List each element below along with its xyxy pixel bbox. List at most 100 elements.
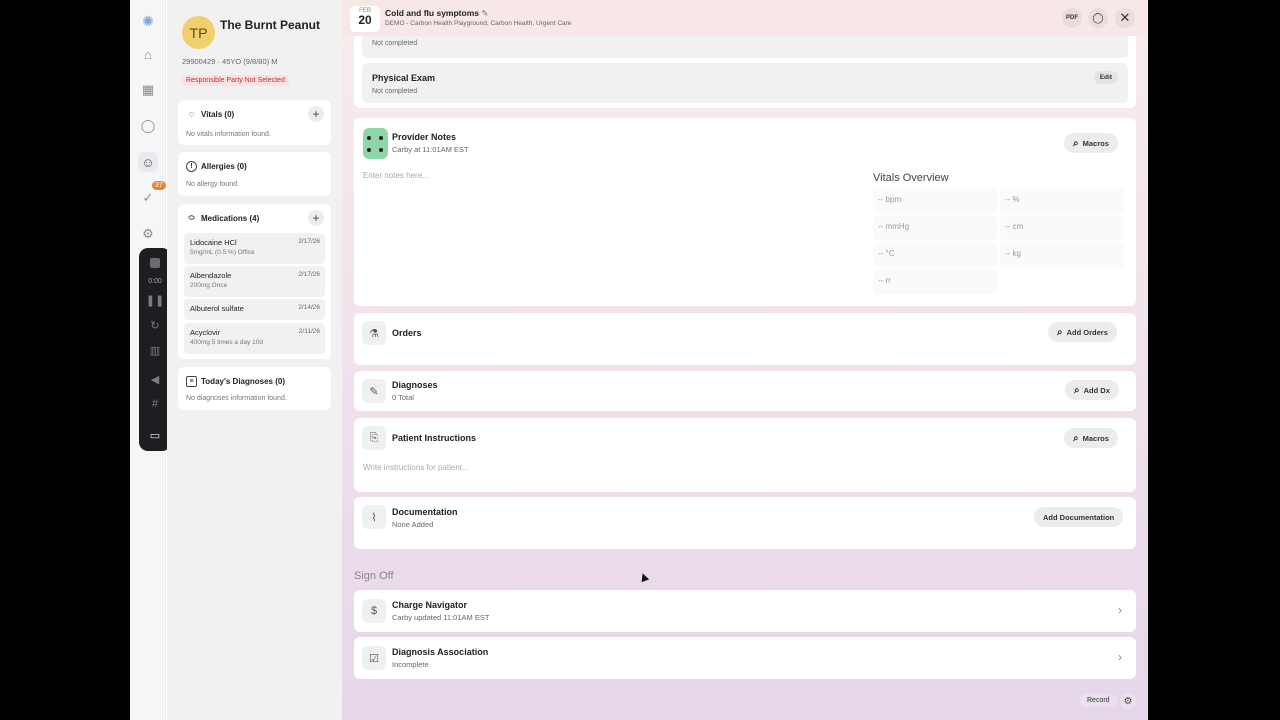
medication-name: Albendazole xyxy=(190,271,232,280)
macros-label: Macros xyxy=(1082,138,1109,148)
vitals-empty-text: No vitals information found. xyxy=(186,131,271,138)
home-icon[interactable]: ⌂ xyxy=(138,44,158,64)
patient-info: 29900429 · 45YO (9/8/80) M xyxy=(182,57,278,66)
charge-navigator-title: Charge Navigator xyxy=(392,600,468,610)
add-dx-button[interactable]: ⌕ Add Dx xyxy=(1065,380,1119,400)
signoff-heading: Sign Off xyxy=(354,570,394,582)
stop-icon[interactable] xyxy=(150,258,160,268)
charge-navigator-row[interactable]: $ Charge Navigator Carby updated 11:01AM… xyxy=(354,590,1136,632)
responsible-party-badge[interactable]: Responsible Party Not Selected xyxy=(182,75,289,86)
list-item[interactable]: Albuterol sulfate 2/14/26 xyxy=(184,299,325,320)
instructions-input[interactable]: Write instructions for patient... xyxy=(363,463,469,472)
vital-cell: -- kg xyxy=(1000,243,1124,267)
provider-notes-sub: Carby at 11:01AM EST xyxy=(392,145,469,154)
vital-cell: -- cm xyxy=(1000,216,1124,240)
search-icon: ⌕ xyxy=(1073,137,1079,149)
add-orders-button[interactable]: ⌕ Add Orders xyxy=(1048,322,1117,342)
search-icon: ⌕ xyxy=(1074,384,1080,396)
macros-button[interactable]: ⌕ Macros xyxy=(1064,133,1118,153)
vitals-overview-title: Vitals Overview xyxy=(873,172,949,184)
paperclip-icon: ⌇ xyxy=(362,505,386,529)
medication-date: 2/11/26 xyxy=(298,328,320,335)
dollar-icon: $ xyxy=(362,599,386,623)
record-button[interactable]: Record xyxy=(1080,694,1117,707)
patient-instructions-title: Patient Instructions xyxy=(392,433,477,443)
diagnoses-card-title: Today's Diagnoses (0) xyxy=(201,377,285,386)
close-icon[interactable]: ✕ xyxy=(1115,8,1135,28)
app-window: ✺ ⌂ ▦ ◯ ☺ ✓ 37 ⚙ 0:00 ❚❚ ↻ ▥ ◀ # ▭ TP Th… xyxy=(130,0,1148,720)
vitals-card: ♡ Vitals (0) + No vitals information foun… xyxy=(178,100,331,145)
diagnosis-association-title: Diagnosis Association xyxy=(392,647,489,657)
vital-cell: -- bpm xyxy=(873,189,997,213)
medication-date: 2/17/26 xyxy=(298,271,320,278)
allergies-card: ! Allergies (0) No allergy found. xyxy=(178,152,331,196)
list-item[interactable]: Acyclovir 2/11/26 400mg 5 times a day 10… xyxy=(184,323,325,354)
vital-cell: -- °C xyxy=(873,243,997,267)
pdf-icon[interactable]: PDF xyxy=(1062,8,1082,28)
orders-title: Orders xyxy=(392,328,422,338)
exam-prev-row[interactable]: Not completed xyxy=(362,36,1128,58)
charge-navigator-sub: Carby updated 11:01AM EST xyxy=(392,613,490,622)
chevron-right-icon: › xyxy=(1118,603,1122,617)
vital-cell: -- mmHg xyxy=(873,216,997,240)
diagnosis-association-sub: Incomplete xyxy=(392,660,429,669)
settings-icon[interactable]: ⚙ xyxy=(138,224,158,244)
avatar: TP xyxy=(182,16,215,49)
instructions-macros-button[interactable]: ⌕ Macros xyxy=(1064,428,1118,448)
chat-icon[interactable]: ◯ xyxy=(138,116,158,136)
provider-avatar xyxy=(363,128,388,159)
instructions-macros-label: Macros xyxy=(1082,433,1109,443)
add-dx-label: Add Dx xyxy=(1083,385,1110,395)
provider-notes-section: Provider Notes Carby at 11:01AM EST ⌕ Mac… xyxy=(354,118,1136,306)
logo-icon[interactable]: ✺ xyxy=(138,11,158,31)
add-vitals-button[interactable]: + xyxy=(308,106,324,122)
gear-icon[interactable]: ⚙ xyxy=(1120,693,1136,709)
documentation-title: Documentation xyxy=(392,507,458,517)
visit-header: FEB 20 Cold and flu symptoms ✎ DEMO - Ca… xyxy=(342,0,1148,36)
info-icon: ! xyxy=(186,161,197,172)
patient-name[interactable]: The Burnt Peanut xyxy=(220,18,330,33)
medication-sig: 400mg 5 times a day 10d xyxy=(190,339,263,346)
allergies-card-title: Allergies (0) xyxy=(201,162,247,171)
physical-exam-row[interactable]: Physical Exam Not completed Edit xyxy=(362,63,1128,103)
diagnoses-title: Diagnoses xyxy=(392,380,438,390)
check-icon[interactable]: ✓ xyxy=(138,188,158,208)
visit-title-text: Cold and flu symptoms xyxy=(385,8,479,18)
list-item[interactable]: Lidocaine HCl 2/17/26 5mg/mL (0.5 %) Off… xyxy=(184,233,325,264)
add-medication-button[interactable]: + xyxy=(308,210,324,226)
diagnosis-association-row[interactable]: ☑ Diagnosis Association Incomplete › xyxy=(354,637,1136,679)
medications-card-title: Medications (4) xyxy=(201,214,260,223)
list-item[interactable]: Albendazole 2/17/26 200mg Once xyxy=(184,266,325,297)
medication-name: Albuterol sulfate xyxy=(190,304,244,313)
visit-title[interactable]: Cold and flu symptoms ✎ xyxy=(385,8,488,19)
provider-notes-title: Provider Notes xyxy=(392,132,457,142)
diagnoses-card: ≡ Today's Diagnoses (0) No diagnoses info… xyxy=(178,367,331,410)
vitals-card-title: Vitals (0) xyxy=(201,110,235,119)
pill-icon: ⬭ xyxy=(188,214,195,222)
flask-icon: ⚗ xyxy=(362,321,386,345)
exam-section: Not completed Physical Exam Not complete… xyxy=(354,36,1136,108)
document-search-icon: ⎘ xyxy=(362,426,386,450)
nav-rail: ✺ ⌂ ▦ ◯ ☺ ✓ 37 ⚙ 0:00 ❚❚ ↻ ▥ ◀ # ▭ xyxy=(130,0,171,720)
search-icon: ⌕ xyxy=(1057,326,1063,338)
vital-cell: -- % xyxy=(1000,189,1124,213)
pencil-icon[interactable]: ✎ xyxy=(481,8,488,18)
visit-date: FEB 20 xyxy=(350,6,380,32)
visit-day: 20 xyxy=(358,13,372,27)
mouse-cursor xyxy=(638,571,650,583)
notes-input[interactable]: Enter notes here... xyxy=(363,171,429,180)
medication-sig: 200mg Once xyxy=(190,282,228,289)
heart-pulse-icon: ♡ xyxy=(188,111,195,119)
clipboard-icon: ≡ xyxy=(186,376,197,387)
chevron-right-icon: › xyxy=(1118,650,1122,664)
add-documentation-button[interactable]: Add Documentation xyxy=(1034,507,1124,527)
clipboard-icon: ✎ xyxy=(362,379,386,403)
search-icon: ⌕ xyxy=(1073,432,1079,444)
calendar-icon[interactable]: ▦ xyxy=(138,80,158,100)
vital-cell: -- rr xyxy=(873,270,997,294)
patient-instructions-section: ⎘ Patient Instructions ⌕ Macros Write ins… xyxy=(354,418,1136,492)
edit-button[interactable]: Edit xyxy=(1093,71,1118,84)
user-icon[interactable]: ☺ xyxy=(138,152,158,172)
chat-bubble-icon[interactable]: ◯ xyxy=(1088,8,1108,28)
physical-exam-title: Physical Exam xyxy=(372,73,436,83)
